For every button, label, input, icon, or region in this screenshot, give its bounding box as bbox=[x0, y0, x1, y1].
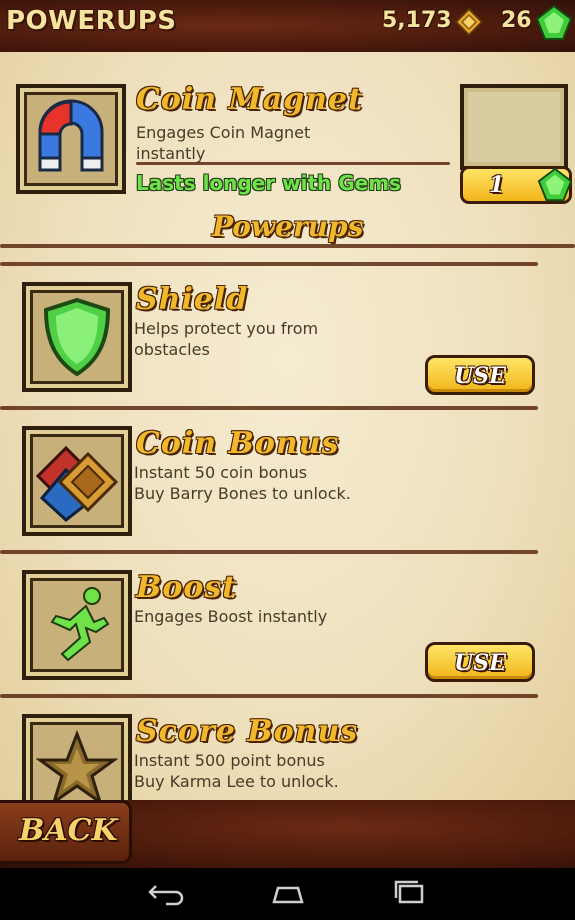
back-button[interactable]: BACK bbox=[0, 800, 132, 864]
use-label: USE bbox=[454, 363, 506, 389]
screen-title: POWERUPS bbox=[6, 6, 177, 36]
shield-icon-frame bbox=[22, 282, 132, 392]
divider bbox=[136, 162, 450, 165]
shield-use-button[interactable]: USE bbox=[425, 355, 535, 395]
gem-count: 26 bbox=[501, 8, 532, 33]
shield-name: Shield bbox=[136, 282, 249, 317]
buy-count: 1 bbox=[489, 172, 505, 198]
back-nav-icon[interactable] bbox=[146, 880, 186, 906]
boost-use-button[interactable]: USE bbox=[425, 642, 535, 682]
use-label: USE bbox=[454, 650, 506, 676]
shield-description: Helps protect you from obstacles bbox=[134, 319, 319, 359]
divider bbox=[0, 244, 575, 248]
boost-description: Engages Boost instantly bbox=[134, 607, 328, 626]
coin-magnet-icon-frame bbox=[16, 84, 126, 194]
buy-with-gems-button[interactable]: 1 bbox=[460, 166, 573, 204]
home-nav-icon[interactable] bbox=[268, 880, 308, 906]
owned-slot bbox=[460, 84, 568, 170]
coin-bonus-name: Coin Bonus bbox=[136, 426, 340, 461]
divider bbox=[0, 550, 538, 554]
recents-nav-icon[interactable] bbox=[390, 880, 430, 906]
magnet-icon bbox=[38, 99, 104, 172]
gems-note: Lasts longer with Gems bbox=[136, 171, 401, 195]
divider bbox=[0, 406, 538, 410]
coin-icon bbox=[455, 8, 483, 36]
star-icon bbox=[36, 729, 118, 806]
gem-icon bbox=[537, 167, 573, 202]
coin-magnet-name: Coin Magnet bbox=[136, 82, 363, 117]
runner-icon bbox=[50, 587, 110, 662]
back-label: BACK bbox=[19, 813, 118, 848]
top-bar: POWERUPS 5,173 26 bbox=[0, 0, 575, 52]
divider bbox=[0, 262, 538, 266]
shield-icon bbox=[43, 297, 111, 377]
score-bonus-description: Instant 500 point bonus Buy Karma Lee to… bbox=[134, 751, 339, 791]
gem-icon bbox=[535, 4, 573, 40]
score-bonus-name: Score Bonus bbox=[136, 714, 359, 749]
coin-bonus-description: Instant 50 coin bonus Buy Barry Bones to… bbox=[134, 463, 351, 503]
boost-name: Boost bbox=[136, 570, 238, 605]
coin-count: 5,173 bbox=[382, 8, 452, 33]
coin-magnet-description: Engages Coin Magnet instantly bbox=[136, 123, 311, 163]
section-title: Powerups bbox=[212, 210, 364, 243]
boost-icon-frame bbox=[22, 570, 132, 680]
divider bbox=[0, 694, 538, 698]
coin-bonus-icon-frame bbox=[22, 426, 132, 536]
coin-bonus-icon bbox=[36, 445, 118, 522]
